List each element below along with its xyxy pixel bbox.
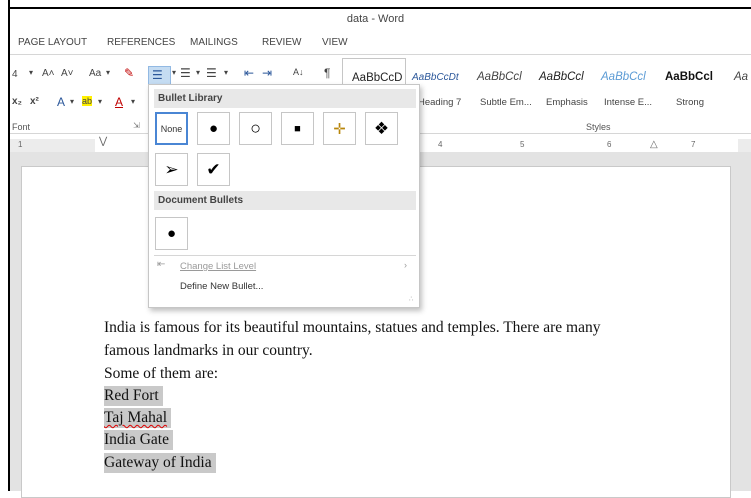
menu-separator [154, 255, 416, 256]
doc-paragraph-line[interactable]: India is famous for its beautiful mounta… [104, 318, 600, 338]
style-preview-intense-emphasis[interactable]: AaBbCcl [601, 71, 646, 83]
bullet-option-none[interactable]: None [155, 112, 188, 145]
right-indent-marker-icon[interactable]: △ [650, 139, 658, 150]
font-color-dropdown-icon[interactable]: ▾ [131, 97, 135, 106]
checkmark-bullet-icon: ✔ [206, 159, 221, 179]
bullets-button[interactable]: ☰ [148, 66, 171, 86]
style-label-subtle-emphasis: Subtle Em... [480, 97, 532, 108]
highlight-dropdown-icon[interactable]: ▾ [98, 97, 102, 106]
style-preview-emphasis[interactable]: AaBbCcl [539, 71, 584, 83]
bullet-library-heading: Bullet Library [154, 89, 416, 108]
doc-paragraph-line[interactable]: Some of them are: [104, 364, 218, 384]
bullet-option-solid-circle[interactable]: ● [197, 112, 230, 145]
resize-grip-icon[interactable]: ∴ [409, 295, 413, 303]
ruler-number: 6 [607, 140, 612, 149]
change-list-level-icon: ⇤ [157, 259, 166, 270]
ribbon-divider [10, 54, 751, 55]
style-label-intense-emphasis: Intense E... [604, 97, 653, 108]
bullets-icon: ☰ [152, 68, 163, 82]
change-case-dropdown-icon[interactable]: ▾ [106, 68, 110, 77]
tab-references[interactable]: REFERENCES [107, 37, 175, 48]
superscript-button[interactable]: x² [30, 96, 39, 107]
show-hide-marks-button[interactable]: ¶ [324, 66, 330, 80]
diamond-bullet-icon: ❖ [373, 118, 390, 138]
submenu-arrow-icon: › [404, 260, 407, 270]
style-preview-strong[interactable]: AaBbCcl [665, 71, 713, 83]
tab-view[interactable]: VIEW [322, 37, 348, 48]
window-border-top [8, 7, 751, 9]
highlight-button[interactable]: ab [82, 96, 93, 106]
clear-formatting-icon[interactable]: ✎ [124, 66, 134, 80]
bullets-dropdown-icon[interactable]: ▾ [172, 68, 176, 77]
style-label-strong: Strong [676, 97, 704, 108]
text-effects-dropdown-icon[interactable]: ▾ [70, 97, 74, 106]
numbering-icon[interactable]: ☰ [180, 66, 191, 80]
ruler-number: 5 [520, 140, 525, 149]
shrink-font-button[interactable]: A˅ [61, 68, 74, 79]
ruler-number: 4 [438, 140, 443, 149]
style-preview-normal: AaBbCcD [352, 72, 403, 84]
multilevel-list-icon[interactable]: ☰ [206, 66, 217, 80]
bullet-none-label: None [160, 123, 183, 134]
solid-circle-bullet-icon: ● [166, 225, 177, 242]
style-label-emphasis: Emphasis [546, 97, 588, 108]
subscript-button[interactable]: x₂ [12, 96, 22, 107]
tab-review[interactable]: REVIEW [262, 37, 301, 48]
style-label-heading7: Heading 7 [418, 97, 462, 108]
tab-mailings[interactable]: MAILINGS [190, 37, 238, 48]
hollow-circle-bullet-icon: ○ [250, 118, 261, 138]
arrow-bullet-icon: ➢ [164, 159, 179, 179]
change-case-button[interactable]: Aa [89, 68, 101, 79]
style-preview-partial[interactable]: Aa [734, 71, 748, 83]
text-effects-button[interactable]: A [57, 95, 65, 109]
multilevel-dropdown-icon[interactable]: ▾ [224, 68, 228, 77]
doc-list-item[interactable]: Red Fort [104, 386, 163, 406]
doc-list-item[interactable]: Taj Mahal [104, 408, 172, 428]
bullet-option-star[interactable]: ✛ [323, 112, 356, 145]
bullet-option-square[interactable]: ■ [281, 112, 314, 145]
document-bullets-heading: Document Bullets [154, 191, 416, 210]
bullet-option-diamond[interactable]: ❖ [365, 112, 398, 145]
doc-list-item[interactable]: Gateway of India [104, 453, 216, 473]
solid-circle-bullet-icon: ● [208, 120, 219, 137]
bullet-library-menu: Bullet Library None ● ○ ■ ✛ ❖ ➢ ✔ Docume… [148, 84, 420, 308]
decrease-indent-icon[interactable]: ⇤ [244, 66, 254, 80]
square-bullet-icon: ■ [294, 122, 301, 135]
style-preview-heading7[interactable]: AaBbCcDt [412, 72, 459, 83]
font-size-dropdown-icon[interactable]: ▾ [29, 68, 33, 77]
font-group-label: Font [12, 122, 31, 132]
font-color-button[interactable]: A [115, 95, 123, 109]
change-list-level-item[interactable]: Change List Level [180, 261, 256, 272]
bullet-option-arrow[interactable]: ➢ [155, 153, 188, 186]
doc-list-item[interactable]: India Gate [104, 430, 173, 450]
window-title: data - Word [346, 13, 405, 25]
grow-font-button[interactable]: A˄ [42, 68, 55, 79]
style-preview-subtle-emphasis[interactable]: AaBbCcl [477, 71, 522, 83]
star-bullet-icon: ✛ [333, 120, 346, 138]
ruler-number: 1 [18, 140, 23, 149]
define-new-bullet-item[interactable]: Define New Bullet... [180, 281, 263, 292]
font-size-box[interactable]: 4 [12, 69, 18, 80]
tab-page-layout[interactable]: PAGE LAYOUT [18, 37, 87, 48]
doc-paragraph-line[interactable]: famous landmarks in our country. [104, 341, 313, 361]
font-dialog-launcher-icon[interactable]: ⇲ [133, 121, 140, 130]
numbering-dropdown-icon[interactable]: ▾ [196, 68, 200, 77]
ruler-number: 7 [691, 140, 696, 149]
document-bullet-solid-circle[interactable]: ● [155, 217, 188, 250]
sort-button[interactable]: A↓ [293, 67, 304, 77]
indent-marker-icon[interactable]: ⋁ [99, 136, 107, 147]
bullet-option-checkmark[interactable]: ✔ [197, 153, 230, 186]
bullet-option-hollow-circle[interactable]: ○ [239, 112, 272, 145]
increase-indent-icon[interactable]: ⇥ [262, 66, 272, 80]
styles-group-label: Styles [586, 122, 611, 132]
